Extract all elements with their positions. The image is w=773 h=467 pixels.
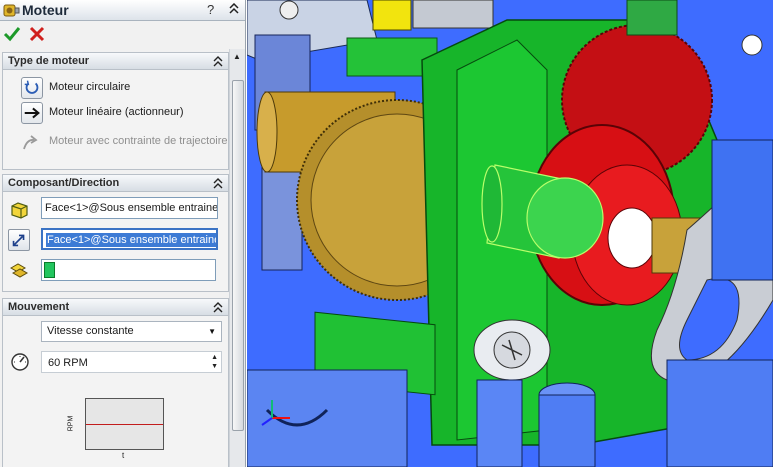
- linear-motor-icon: [21, 102, 43, 124]
- motion-type-value: Vitesse constante: [47, 325, 134, 337]
- motion-title: Mouvement: [8, 301, 70, 313]
- decrease-icon[interactable]: ▼: [211, 363, 218, 370]
- panel-title-bar: Moteur ?: [0, 0, 245, 21]
- collapse-icon[interactable]: [212, 302, 224, 313]
- option-label: Moteur circulaire: [49, 81, 131, 93]
- graph-x-label: t: [122, 451, 125, 460]
- speed-field[interactable]: 60 RPM ▲ ▼: [41, 351, 222, 373]
- assembly-model-render: [247, 0, 773, 467]
- reverse-direction-button[interactable]: [8, 229, 30, 251]
- cancel-button[interactable]: [28, 25, 46, 43]
- motor-type-group: Type de moteur Moteur circulaire Moteur …: [2, 52, 229, 170]
- graph-plot-area: [85, 398, 164, 450]
- motor-type-title: Type de moteur: [8, 55, 90, 67]
- chevron-down-icon: ▼: [208, 327, 216, 336]
- scroll-up-icon[interactable]: ▲: [233, 52, 241, 61]
- graph-speed-line: [86, 424, 163, 425]
- help-icon[interactable]: ?: [207, 2, 214, 17]
- increase-icon[interactable]: ▲: [211, 354, 218, 361]
- panel-title: Moteur: [22, 2, 69, 18]
- graph-y-label: RPM: [67, 415, 75, 432]
- motion-graph: RPM t: [67, 398, 165, 467]
- panel-scrollbar[interactable]: ▲: [229, 49, 245, 467]
- motor-direction-value: Face<1>@Sous ensemble entraineur: [46, 233, 216, 247]
- speed-gauge-icon: [11, 353, 29, 371]
- scrollbar-thumb[interactable]: [232, 80, 244, 431]
- component-to-move-icon: [9, 263, 29, 278]
- component-to-move-indicator: [44, 262, 55, 278]
- property-manager-panel: Moteur ? Type de moteur Moteur circulair…: [0, 0, 246, 467]
- motor-icon: [3, 4, 20, 17]
- motor-location-value: Face<1>@Sous ensemble entraineur: [45, 202, 218, 214]
- component-direction-header[interactable]: Composant/Direction: [3, 175, 228, 192]
- rotary-motor-icon: [21, 77, 43, 99]
- confirmation-bar: [0, 22, 245, 48]
- expand-all-icon[interactable]: [228, 3, 240, 15]
- panel-scroll-area: Type de moteur Moteur circulaire Moteur …: [0, 49, 229, 467]
- option-label: Moteur avec contrainte de trajectoire: [49, 135, 228, 147]
- ok-button[interactable]: [3, 25, 21, 43]
- collapse-icon[interactable]: [212, 178, 224, 189]
- face-selection-icon: [11, 202, 28, 219]
- collapse-icon[interactable]: [212, 56, 224, 67]
- motor-type-header[interactable]: Type de moteur: [3, 53, 228, 70]
- path-motor-icon: [23, 135, 38, 150]
- motion-header[interactable]: Mouvement: [3, 299, 228, 316]
- option-label: Moteur linéaire (actionneur): [49, 106, 184, 118]
- motor-location-field[interactable]: Face<1>@Sous ensemble entraineur: [41, 197, 218, 219]
- motion-group: Mouvement Vitesse constante ▼ 60 RPM ▲ ▼: [2, 298, 229, 467]
- motor-direction-field[interactable]: Face<1>@Sous ensemble entraineur: [41, 228, 218, 250]
- component-direction-title: Composant/Direction: [8, 177, 120, 189]
- speed-value: 60 RPM: [48, 357, 88, 369]
- component-direction-group: Composant/Direction Face<1>@Sous ensembl…: [2, 174, 229, 292]
- motion-type-dropdown[interactable]: Vitesse constante ▼: [41, 321, 222, 342]
- graphics-area-3d[interactable]: [247, 0, 773, 467]
- component-to-move-field[interactable]: [41, 259, 216, 281]
